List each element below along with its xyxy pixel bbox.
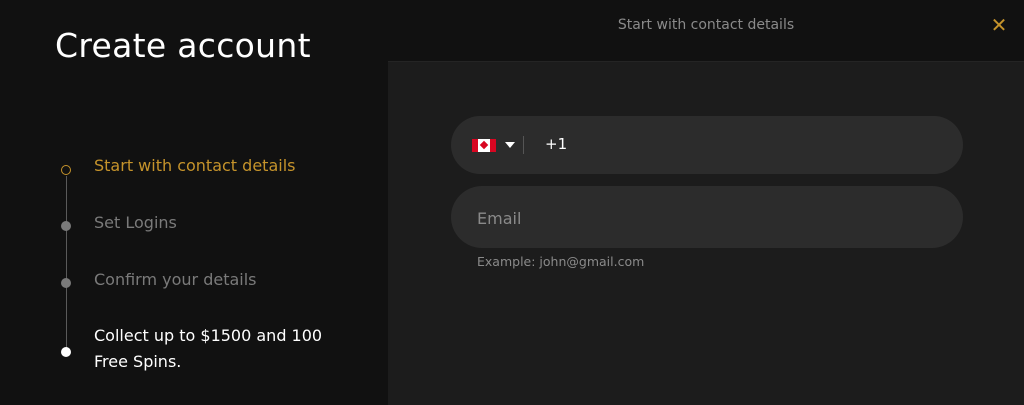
- chevron-down-icon[interactable]: [505, 142, 515, 148]
- email-input[interactable]: [475, 186, 939, 250]
- step-confirm-details: Confirm your details: [94, 270, 257, 289]
- email-hint: Example: john@gmail.com: [477, 254, 645, 269]
- step-indicator-pending: [61, 278, 71, 288]
- canada-flag-icon[interactable]: [472, 139, 496, 152]
- step-indicator-active: [61, 165, 71, 175]
- step-indicator-bonus: [61, 347, 71, 357]
- form-header: Start with contact details ✕: [388, 0, 1024, 62]
- close-icon[interactable]: ✕: [988, 14, 1010, 36]
- page-title: Create account: [55, 26, 311, 65]
- steps-sidebar: Create account Start with contact detail…: [0, 0, 388, 405]
- step-indicator-pending: [61, 221, 71, 231]
- phone-field[interactable]: +1: [451, 116, 963, 174]
- form-panel: Start with contact details ✕ +1 Example:…: [388, 0, 1024, 405]
- phone-divider: [523, 136, 524, 154]
- step-bonus-offer: Collect up to $1500 and 100 Free Spins.: [94, 326, 323, 371]
- step-contact-details: Start with contact details: [94, 156, 296, 175]
- email-field[interactable]: [451, 186, 963, 250]
- steps-timeline-line: [66, 176, 67, 352]
- dial-code: +1: [545, 135, 568, 153]
- step-set-logins: Set Logins: [94, 213, 177, 232]
- form-header-title: Start with contact details: [617, 17, 795, 33]
